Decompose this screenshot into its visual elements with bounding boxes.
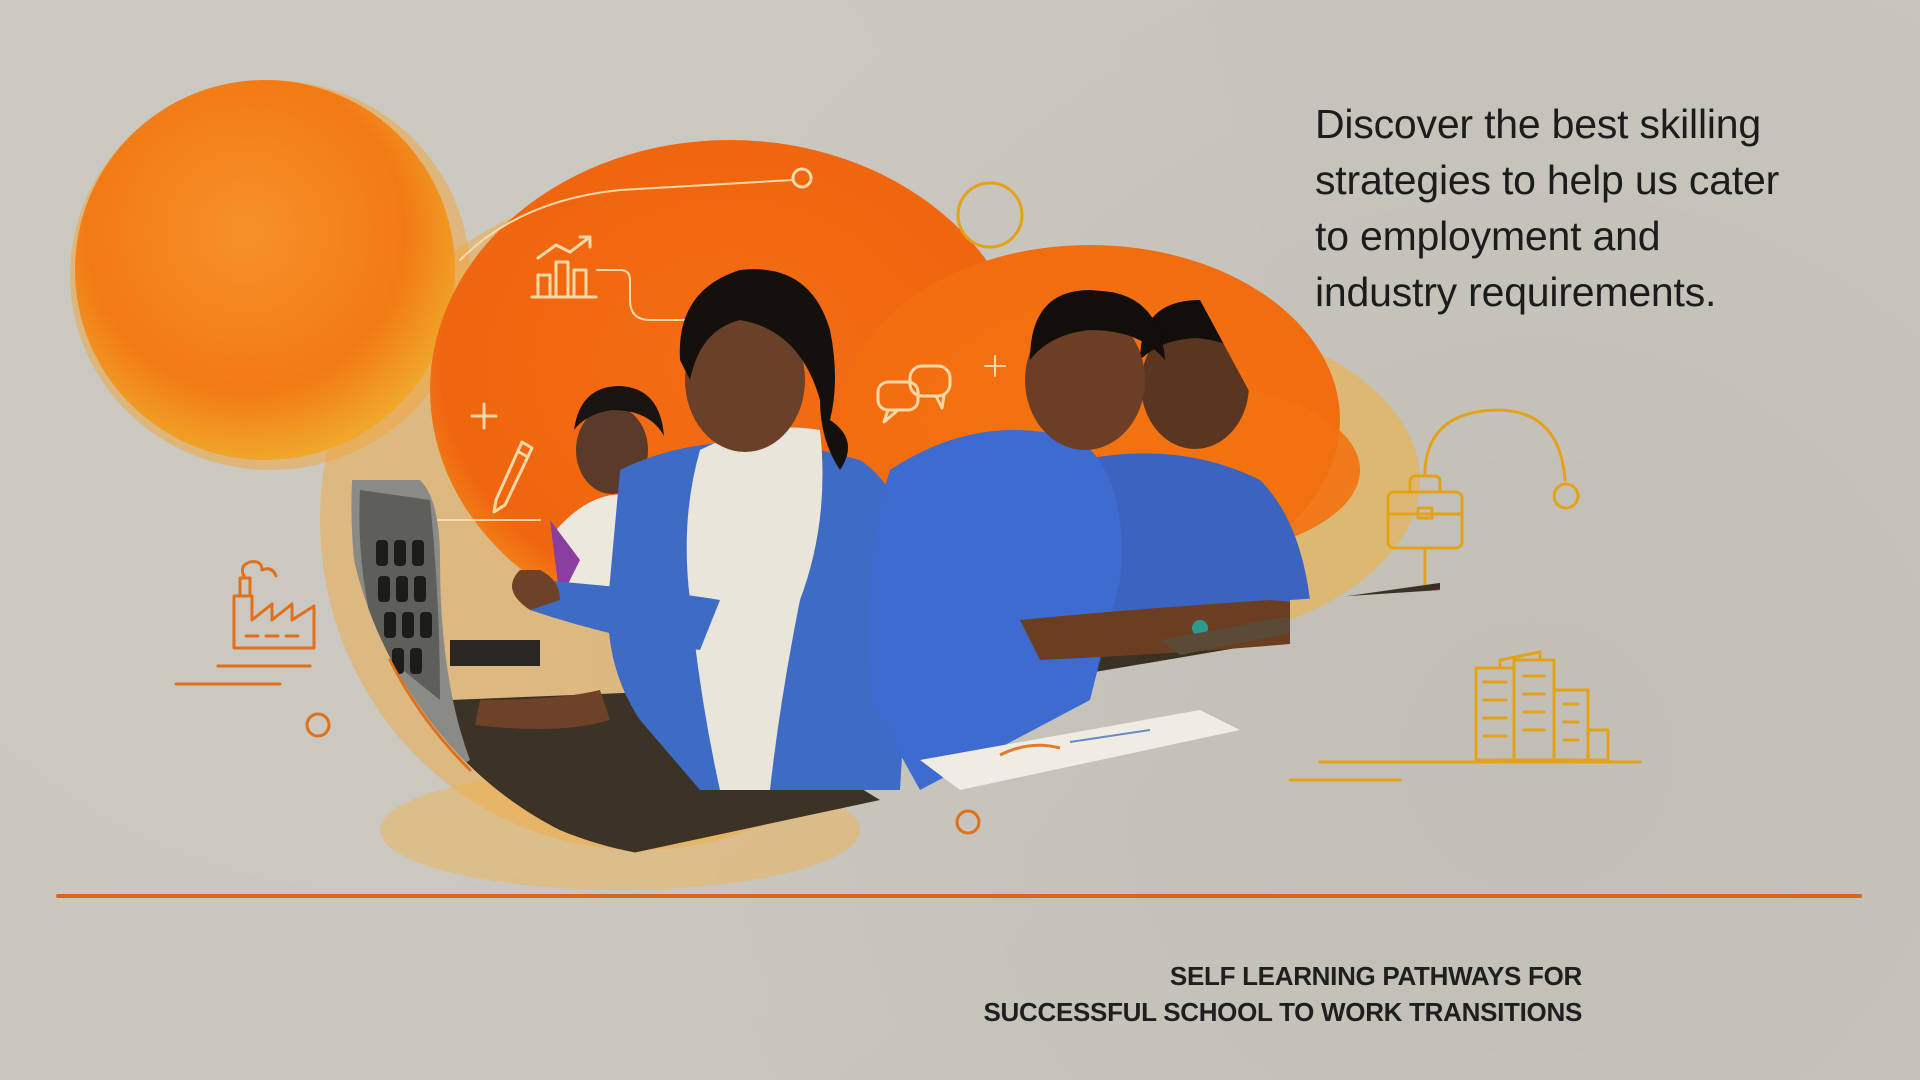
footer-title: SELF LEARNING PATHWAYS FOR SUCCESSFUL SC…	[984, 958, 1583, 1030]
orange-divider	[56, 894, 1862, 898]
headline-line-4: industry requirements.	[1315, 269, 1717, 315]
headline-line-2: strategies to help us cater	[1315, 157, 1780, 203]
footer-line-1: SELF LEARNING PATHWAYS FOR	[1169, 961, 1582, 991]
office-buildings-icon	[1474, 650, 1610, 762]
headline-line-1: Discover the best skilling	[1315, 101, 1761, 147]
factory-icon	[232, 560, 316, 650]
headline: Discover the best skilling strategies to…	[1315, 96, 1875, 320]
headline-line-3: to employment and	[1315, 213, 1661, 259]
footer-line-2: SUCCESSFUL SCHOOL TO WORK TRANSITIONS	[983, 997, 1583, 1027]
